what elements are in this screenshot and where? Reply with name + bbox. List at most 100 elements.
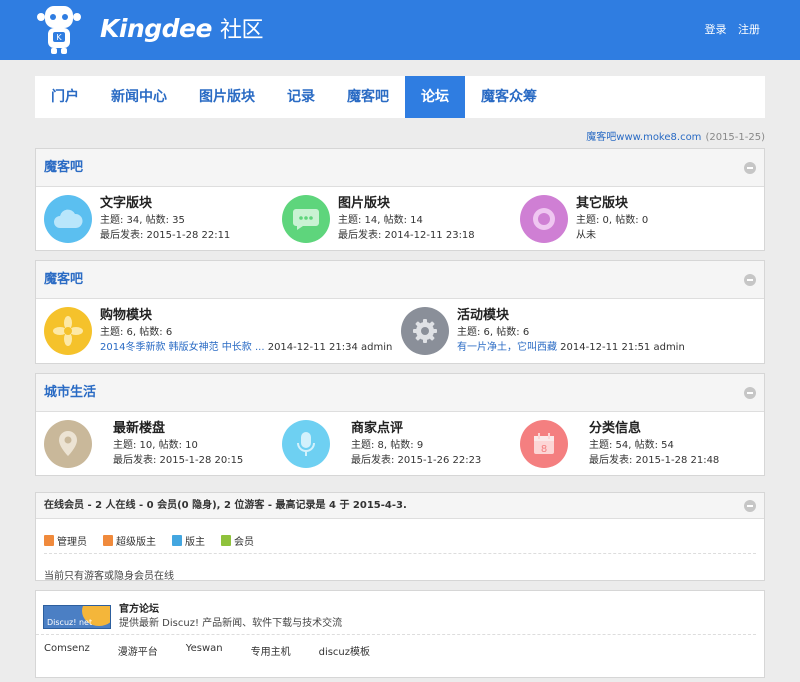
- forum-stats: 主题: 6, 帖数: 6: [457, 327, 530, 338]
- forum-item[interactable]: 其它版块 主题: 0, 帖数: 0 从未: [520, 195, 648, 243]
- announcement: 魔客吧www.moke8.com (2015-1-25): [586, 128, 765, 143]
- forum-name[interactable]: 购物模块: [100, 307, 392, 325]
- legend-label: 版主: [185, 537, 205, 548]
- official-forum-desc: 提供最新 Discuz! 产品新闻、软件下载与技术交流: [119, 617, 343, 629]
- section-title: 城市生活: [36, 374, 764, 412]
- friend-link[interactable]: 专用主机: [251, 643, 291, 658]
- cloud-icon: [44, 195, 92, 243]
- nav-item-portal[interactable]: 门户: [35, 76, 95, 118]
- svg-text:8: 8: [541, 444, 547, 455]
- legend-admin: 管理员: [44, 528, 87, 553]
- forum-last-post: 最后发表: 2014-12-11 23:18: [338, 230, 475, 241]
- forum-stats: 主题: 34, 帖数: 35: [100, 215, 185, 226]
- forum-stats: 主题: 0, 帖数: 0: [576, 215, 649, 226]
- forum-item[interactable]: 文字版块 主题: 34, 帖数: 35 最后发表: 2015-1-28 22:1…: [44, 195, 230, 243]
- online-members-panel: 在线会员 - 2 人在线 - 0 会员(0 隐身), 2 位游客 - 最高记录是…: [35, 492, 765, 582]
- last-post-link[interactable]: 有一片净土，它叫西藏: [457, 342, 557, 353]
- friend-link[interactable]: Comsenz: [44, 643, 90, 658]
- super-moderator-user-icon: [103, 535, 113, 546]
- last-post-info: 2014-12-11 21:34 admin: [264, 342, 393, 353]
- announcement-date: (2015-1-25): [705, 132, 765, 143]
- legend-label: 管理员: [57, 537, 87, 548]
- ring-icon: [520, 195, 568, 243]
- section-title-text[interactable]: 魔客吧: [44, 160, 83, 175]
- nav-item-news[interactable]: 新闻中心: [95, 76, 183, 118]
- top-bar: K Kingdee 社区 登录 注册: [0, 0, 800, 60]
- main-nav: 门户 新闻中心 图片版块 记录 魔客吧 论坛 魔客众筹: [35, 76, 765, 118]
- forum-section: 魔客吧 购物模块 主题: 6, 帖数: 6 2014冬季新款 韩版女神范 中长款…: [35, 260, 765, 364]
- forum-name[interactable]: 分类信息: [589, 420, 719, 438]
- forum-section: 魔客吧 文字版块 主题: 34, 帖数: 35 最后发表: 2015-1-28 …: [35, 148, 765, 251]
- forum-last-post: 2014冬季新款 韩版女神范 中长款 ... 2014-12-11 21:34 …: [100, 340, 392, 355]
- forum-item[interactable]: 购物模块 主题: 6, 帖数: 6 2014冬季新款 韩版女神范 中长款 ...…: [44, 307, 392, 355]
- official-forum: Discuz! net 官方论坛 提供最新 Discuz! 产品新闻、软件下载与…: [36, 591, 756, 635]
- forum-name[interactable]: 活动模块: [457, 307, 685, 325]
- forum-last-post: 最后发表: 2015-1-28 22:11: [100, 230, 231, 241]
- forum-last-post: 最后发表: 2015-1-28 20:15: [113, 455, 244, 466]
- logo[interactable]: K: [34, 0, 84, 58]
- gear-icon: [401, 307, 449, 355]
- flower-icon: [44, 307, 92, 355]
- collapse-icon[interactable]: [744, 162, 756, 174]
- admin-user-icon: [44, 535, 54, 546]
- member-legend: 管理员 超级版主 版主 会员: [44, 519, 756, 554]
- announcement-link[interactable]: 魔客吧www.moke8.com: [586, 132, 701, 143]
- forum-item[interactable]: 最新楼盘 主题: 10, 帖数: 10 最后发表: 2015-1-28 20:1…: [44, 420, 243, 468]
- member-user-icon: [221, 535, 231, 546]
- brand-name: Kingdee: [100, 14, 212, 43]
- section-title: 魔客吧: [36, 149, 764, 187]
- links-panel: Discuz! net 官方论坛 提供最新 Discuz! 产品新闻、软件下载与…: [35, 590, 765, 678]
- microphone-icon: [282, 420, 330, 468]
- forum-name[interactable]: 文字版块: [100, 195, 230, 213]
- login-link[interactable]: 登录: [705, 23, 727, 36]
- legend-super-moderator: 超级版主: [103, 528, 156, 553]
- chat-bubble-icon: [282, 195, 330, 243]
- register-link[interactable]: 注册: [738, 23, 760, 36]
- discuz-badge[interactable]: Discuz! net: [43, 604, 111, 629]
- forum-name[interactable]: 图片版块: [338, 195, 475, 213]
- forum-name[interactable]: 其它版块: [576, 195, 648, 213]
- calendar-icon: 8: [520, 420, 568, 468]
- friend-link[interactable]: 漫游平台: [118, 643, 158, 658]
- online-members-text[interactable]: 在线会员 - 2 人在线 - 0 会员(0 隐身), 2 位游客 - 最高记录是…: [44, 500, 407, 511]
- forum-name[interactable]: 最新楼盘: [113, 420, 243, 438]
- brand[interactable]: Kingdee 社区: [100, 12, 263, 44]
- collapse-icon[interactable]: [744, 500, 756, 512]
- section-title-text[interactable]: 魔客吧: [44, 272, 83, 287]
- nav-item-records[interactable]: 记录: [271, 76, 331, 118]
- forum-stats: 主题: 6, 帖数: 6: [100, 327, 173, 338]
- brand-subtitle: 社区: [219, 18, 264, 43]
- nav-item-moke8[interactable]: 魔客吧: [331, 76, 405, 118]
- friend-link[interactable]: discuz模板: [319, 643, 370, 658]
- official-forum-title[interactable]: 官方论坛: [119, 603, 342, 617]
- online-members-title: 在线会员 - 2 人在线 - 0 会员(0 隐身), 2 位游客 - 最高记录是…: [36, 493, 764, 519]
- forum-last-post: 从未: [576, 230, 596, 241]
- nav-item-pictures[interactable]: 图片版块: [183, 76, 271, 118]
- forum-item[interactable]: 图片版块 主题: 14, 帖数: 14 最后发表: 2014-12-11 23:…: [282, 195, 475, 243]
- location-pin-icon: [44, 420, 92, 468]
- account-links: 登录 注册: [697, 21, 761, 37]
- forum-stats: 主题: 54, 帖数: 54: [589, 440, 674, 451]
- last-post-link[interactable]: 2014冬季新款 韩版女神范 中长款 ...: [100, 342, 265, 353]
- forum-item[interactable]: 8 分类信息 主题: 54, 帖数: 54 最后发表: 2015-1-28 21…: [520, 420, 719, 468]
- forum-item[interactable]: 活动模块 主题: 6, 帖数: 6 有一片净土，它叫西藏 2014-12-11 …: [401, 307, 685, 355]
- forum-last-post: 最后发表: 2015-1-26 22:23: [351, 455, 482, 466]
- nav-item-forum[interactable]: 论坛: [405, 76, 465, 118]
- moderator-user-icon: [172, 535, 182, 546]
- friend-link[interactable]: Yeswan: [186, 643, 223, 658]
- forum-item[interactable]: 商家点评 主题: 8, 帖数: 9 最后发表: 2015-1-26 22:23: [282, 420, 481, 468]
- forum-section: 城市生活 最新楼盘 主题: 10, 帖数: 10 最后发表: 2015-1-28…: [35, 373, 765, 476]
- forum-stats: 主题: 8, 帖数: 9: [351, 440, 424, 451]
- nav-item-crowdfunding[interactable]: 魔客众筹: [465, 76, 553, 118]
- collapse-icon[interactable]: [744, 387, 756, 399]
- forum-stats: 主题: 10, 帖数: 10: [113, 440, 198, 451]
- forum-name[interactable]: 商家点评: [351, 420, 481, 438]
- robot-mascot-icon: K: [37, 6, 81, 54]
- discuz-badge-text: Discuz! net: [47, 617, 93, 627]
- section-title-text[interactable]: 城市生活: [44, 385, 96, 400]
- legend-label: 超级版主: [116, 537, 156, 548]
- legend-label: 会员: [234, 537, 254, 548]
- svg-text:K: K: [56, 33, 62, 42]
- collapse-icon[interactable]: [744, 274, 756, 286]
- forum-last-post: 最后发表: 2015-1-28 21:48: [589, 455, 720, 466]
